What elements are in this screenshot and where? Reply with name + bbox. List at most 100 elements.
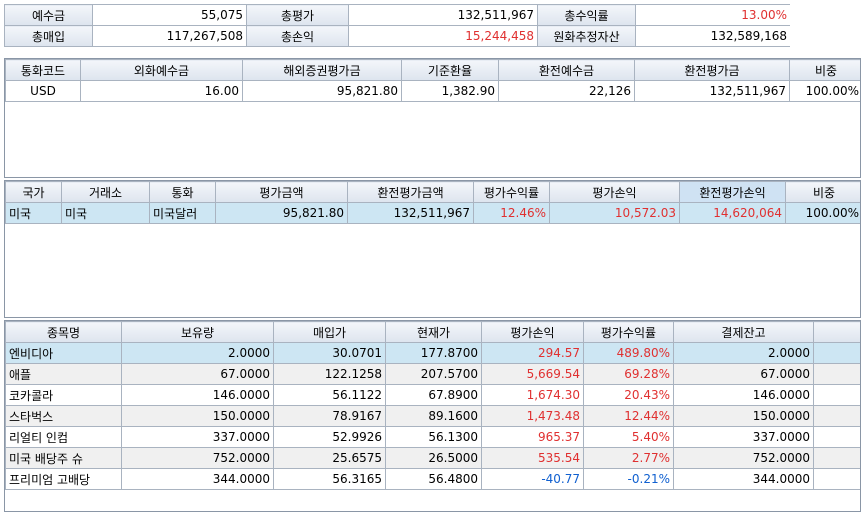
table-cell: 56.1300	[385, 426, 482, 448]
table-row[interactable]: 프리미엄 고배당 344.0000 56.3165 56.4800 -40.77 -0.2…	[5, 468, 860, 490]
table-cell: 미국달러	[149, 202, 216, 224]
column-header[interactable]: 매	[813, 321, 860, 343]
table-cell: 5.40%	[583, 426, 674, 448]
table-cell: 56.1122	[273, 384, 386, 406]
table-row[interactable]: 코카콜라 146.0000 56.1122 67.8900 1,674.30 20.43%…	[5, 384, 860, 406]
table-cell: 67.0000	[673, 363, 814, 385]
column-header[interactable]: 평가수익률	[473, 181, 550, 203]
table-cell: 965.37	[481, 426, 584, 448]
table-row[interactable]: 미국 배당주 슈 752.0000 25.6575 26.5000 535.54 2.77…	[5, 447, 860, 469]
table-cell: 78.9167	[273, 405, 386, 427]
stock-name-cell: 엔비디아	[5, 342, 122, 364]
column-header[interactable]: 종목명	[5, 321, 122, 343]
column-header[interactable]: 평가금액	[215, 181, 348, 203]
summary-value-total-pnl: 15,244,458	[348, 25, 538, 47]
table-cell: 52.9926	[273, 426, 386, 448]
table-cell: 25.6575	[273, 447, 386, 469]
summary-value-total-buy: 117,267,508	[92, 25, 247, 47]
table-cell: 5,669.54	[481, 363, 584, 385]
table-cell: 16.00	[80, 80, 243, 102]
table-cell: 미국	[5, 202, 62, 224]
table-cell: 1,674.30	[481, 384, 584, 406]
column-header[interactable]: 국가	[5, 181, 62, 203]
holdings-table: 종목명 보유량 매입가 현재가 평가손익 평가수익률 결제잔고 매 엔비디아2.…	[5, 321, 860, 490]
column-header[interactable]: 환전평가금액	[347, 181, 474, 203]
column-header[interactable]: 현재가	[385, 321, 482, 343]
table-row[interactable]: 리얼티 인컴 337.0000 52.9926 56.1300 965.37 5.40% 3…	[5, 426, 860, 448]
stock-name-cell: 애플	[5, 363, 122, 385]
table-cell: -40.77	[481, 468, 584, 490]
column-header[interactable]: 외화예수금	[80, 59, 243, 81]
table-cell	[813, 363, 860, 385]
table-cell: 337.0000	[121, 426, 274, 448]
table-row[interactable]: 애플 67.0000 122.1258 207.5700 5,669.54 69.28% 6…	[5, 363, 860, 385]
table-cell: 146.0000	[673, 384, 814, 406]
table-cell: 132,511,967	[634, 80, 790, 102]
column-header[interactable]: 비중	[789, 59, 860, 81]
table-cell: 미국	[61, 202, 150, 224]
summary-label: 총평가	[246, 4, 349, 26]
holdings-grid[interactable]: 종목명 보유량 매입가 현재가 평가손익 평가수익률 결제잔고 매 엔비디아2.…	[4, 320, 861, 512]
table-row[interactable]: 엔비디아 2.0000 30.0701 177.8700 294.57 489.80% 2.…	[5, 342, 860, 364]
table-cell: 344.0000	[673, 468, 814, 490]
summary-value-krw-asset: 132,589,168	[635, 25, 790, 47]
table-cell	[813, 384, 860, 406]
table-cell: 26.5000	[385, 447, 482, 469]
column-header[interactable]: 평가손익	[549, 181, 680, 203]
table-cell: 10,572.03	[549, 202, 680, 224]
table-cell: 752.0000	[673, 447, 814, 469]
table-cell: 344.0000	[121, 468, 274, 490]
table-cell: 67.0000	[121, 363, 274, 385]
table-cell: 122.1258	[273, 363, 386, 385]
table-cell: 100.00%	[789, 80, 860, 102]
table-cell: 30.0701	[273, 342, 386, 364]
column-header[interactable]: 환전예수금	[498, 59, 635, 81]
column-header[interactable]: 환전평가손익	[679, 181, 786, 203]
column-header[interactable]: 거래소	[61, 181, 150, 203]
table-cell: 95,821.80	[242, 80, 402, 102]
column-header[interactable]: 해외증권평가금	[242, 59, 402, 81]
currency-code-cell: USD	[5, 80, 81, 102]
table-cell: 177.8700	[385, 342, 482, 364]
table-cell: 95,821.80	[215, 202, 348, 224]
column-header[interactable]: 기준환율	[401, 59, 499, 81]
column-header[interactable]: 결제잔고	[673, 321, 814, 343]
stock-name-cell: 스타벅스	[5, 405, 122, 427]
column-header[interactable]: 보유량	[121, 321, 274, 343]
column-header[interactable]: 통화코드	[5, 59, 81, 81]
summary-label: 예수금	[4, 4, 93, 26]
table-row[interactable]: 미국 미국 미국달러 95,821.80 132,511,967 12.46% …	[5, 202, 860, 224]
table-cell: 132,511,967	[347, 202, 474, 224]
currency-table: 통화코드 외화예수금 해외증권평가금 기준환율 환전예수금 환전평가금 비중 U…	[5, 59, 860, 102]
holdings-header-row: 종목명 보유량 매입가 현재가 평가손익 평가수익률 결제잔고 매	[5, 321, 860, 343]
summary-row: 예수금 55,075 총평가 132,511,967 총수익률 13.00%	[4, 4, 790, 26]
table-cell: 2.0000	[121, 342, 274, 364]
account-summary-table: 예수금 55,075 총평가 132,511,967 총수익률 13.00% 총…	[4, 4, 790, 47]
country-grid[interactable]: 국가 거래소 통화 평가금액 환전평가금액 평가수익률 평가손익 환전평가손익 …	[4, 180, 861, 318]
column-header[interactable]: 평가수익률	[583, 321, 674, 343]
column-header[interactable]: 환전평가금	[634, 59, 790, 81]
column-header[interactable]: 비중	[785, 181, 860, 203]
table-cell: 67.8900	[385, 384, 482, 406]
summary-label: 총수익률	[537, 4, 636, 26]
table-cell: 2.77%	[583, 447, 674, 469]
table-cell: 1,473.48	[481, 405, 584, 427]
table-row[interactable]: USD 16.00 95,821.80 1,382.90 22,126 132,…	[5, 80, 860, 102]
table-cell: 2.0000	[673, 342, 814, 364]
table-cell: 12.46%	[473, 202, 550, 224]
holdings-body: 엔비디아 2.0000 30.0701 177.8700 294.57 489.80% 2.…	[5, 342, 860, 490]
summary-label: 총매입	[4, 25, 93, 47]
stock-name-cell: 미국 배당주 슈	[5, 447, 122, 469]
column-header[interactable]: 매입가	[273, 321, 386, 343]
table-cell: 14,620,064	[679, 202, 786, 224]
column-header[interactable]: 통화	[149, 181, 216, 203]
table-cell	[813, 342, 860, 364]
summary-label: 원화추정자산	[537, 25, 636, 47]
column-header[interactable]: 평가손익	[481, 321, 584, 343]
table-cell: 20.43%	[583, 384, 674, 406]
table-row[interactable]: 스타벅스 150.0000 78.9167 89.1600 1,473.48 12.44%…	[5, 405, 860, 427]
table-cell: 535.54	[481, 447, 584, 469]
currency-grid[interactable]: 통화코드 외화예수금 해외증권평가금 기준환율 환전예수금 환전평가금 비중 U…	[4, 58, 861, 178]
table-cell: 89.1600	[385, 405, 482, 427]
summary-label: 총손익	[246, 25, 349, 47]
